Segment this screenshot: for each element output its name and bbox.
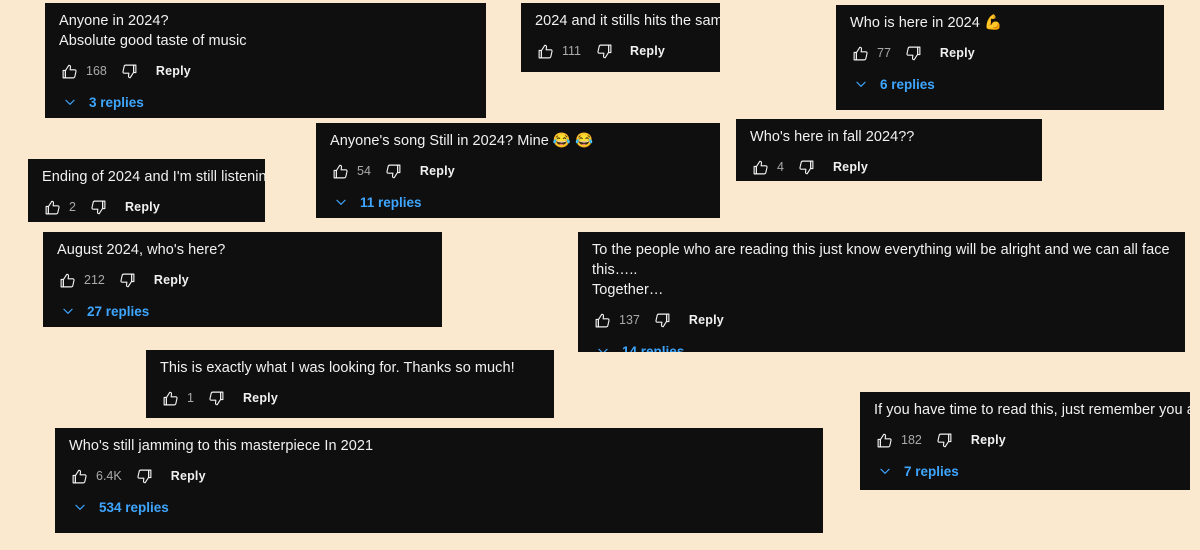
replies-count-label[interactable]: 7 replies: [904, 464, 959, 479]
comments-collage: Anyone in 2024? Absolute good taste of m…: [0, 0, 1200, 550]
comment-card[interactable]: August 2024, who's here? 212 Reply 27 re…: [43, 232, 442, 327]
comment-card[interactable]: Anyone in 2024? Absolute good taste of m…: [45, 3, 486, 118]
comment-actions: 54 Reply: [330, 160, 706, 182]
comment-text: Anyone in 2024? Absolute good taste of m…: [59, 13, 247, 49]
comment-card[interactable]: Who's still jamming to this masterpiece …: [55, 428, 823, 533]
comment-text: Who's still jamming to this masterpiece …: [69, 438, 374, 454]
reply-button[interactable]: Reply: [125, 200, 160, 214]
replies-toggle[interactable]: 7 replies: [874, 461, 1176, 481]
thumbs-up-icon[interactable]: [69, 466, 89, 486]
reply-button[interactable]: Reply: [171, 469, 206, 483]
thumbs-up-icon[interactable]: [330, 161, 350, 181]
comment-actions: 6.4K Reply: [69, 465, 809, 487]
thumbs-down-icon[interactable]: [135, 466, 155, 486]
reply-button[interactable]: Reply: [689, 313, 724, 327]
thumbs-up-icon[interactable]: [57, 270, 77, 290]
comment-actions: 2 Reply: [42, 196, 251, 218]
like-count: 4: [777, 160, 784, 174]
reply-button[interactable]: Reply: [243, 391, 278, 405]
chevron-down-icon[interactable]: [330, 192, 352, 212]
comment-text: If you have time to read this, just reme…: [874, 402, 1190, 418]
thumbs-down-icon[interactable]: [207, 388, 227, 408]
chevron-down-icon[interactable]: [69, 497, 91, 517]
reply-button[interactable]: Reply: [156, 64, 191, 78]
comment-text: Who is here in 2024 💪: [850, 15, 1003, 31]
like-count: 182: [901, 433, 922, 447]
chevron-down-icon[interactable]: [874, 461, 896, 481]
thumbs-down-icon[interactable]: [935, 430, 955, 450]
reply-button[interactable]: Reply: [154, 273, 189, 287]
comment-text: August 2024, who's here?: [57, 242, 226, 258]
comment-actions: 77 Reply: [850, 42, 1150, 64]
like-count: 168: [86, 64, 107, 78]
replies-toggle[interactable]: 6 replies: [850, 74, 1150, 94]
like-count: 6.4K: [96, 469, 122, 483]
replies-toggle[interactable]: 534 replies: [69, 497, 809, 517]
comment-card[interactable]: Anyone's song Still in 2024? Mine 😂 😂 54…: [316, 123, 720, 218]
thumbs-down-icon[interactable]: [120, 61, 140, 81]
comment-card[interactable]: Who is here in 2024 💪 77 Reply 6 replies: [836, 5, 1164, 110]
comment-actions: 168 Reply: [59, 60, 472, 82]
comment-text: Who's here in fall 2024??: [750, 129, 915, 145]
reply-button[interactable]: Reply: [940, 46, 975, 60]
replies-toggle[interactable]: 11 replies: [330, 192, 706, 212]
comment-actions: 212 Reply: [57, 269, 428, 291]
thumbs-down-icon[interactable]: [904, 43, 924, 63]
thumbs-down-icon[interactable]: [89, 197, 109, 217]
thumbs-up-icon[interactable]: [59, 61, 79, 81]
thumbs-down-icon[interactable]: [594, 41, 614, 61]
comment-actions: 4 Reply: [750, 156, 1028, 178]
replies-count-label[interactable]: 14 replies: [622, 344, 684, 353]
replies-count-label[interactable]: 534 replies: [99, 500, 169, 515]
thumbs-up-icon[interactable]: [874, 430, 894, 450]
comment-actions: 1 Reply: [160, 387, 540, 409]
thumbs-up-icon[interactable]: [42, 197, 62, 217]
comment-card[interactable]: To the people who are reading this just …: [578, 232, 1185, 352]
like-count: 212: [84, 273, 105, 287]
like-count: 111: [562, 44, 582, 58]
comment-actions: 182 Reply: [874, 429, 1176, 451]
comment-card[interactable]: Who's here in fall 2024?? 4 Reply: [736, 119, 1042, 181]
like-count: 2: [69, 200, 76, 214]
replies-count-label[interactable]: 27 replies: [87, 304, 149, 319]
comment-actions: 111 Reply: [535, 40, 706, 62]
comment-card[interactable]: 2024 and it stills hits the same 111 Rep…: [521, 3, 720, 72]
comment-text: To the people who are reading this just …: [592, 242, 1170, 298]
like-count: 1: [187, 391, 194, 405]
thumbs-down-icon[interactable]: [653, 310, 673, 330]
comment-text: Anyone's song Still in 2024? Mine 😂 😂: [330, 133, 594, 149]
replies-toggle[interactable]: 27 replies: [57, 301, 428, 321]
chevron-down-icon[interactable]: [850, 74, 872, 94]
reply-button[interactable]: Reply: [971, 433, 1006, 447]
thumbs-up-icon[interactable]: [850, 43, 870, 63]
replies-count-label[interactable]: 3 replies: [89, 95, 144, 110]
thumbs-down-icon[interactable]: [384, 161, 404, 181]
replies-count-label[interactable]: 6 replies: [880, 77, 935, 92]
thumbs-up-icon[interactable]: [750, 157, 770, 177]
thumbs-down-icon[interactable]: [118, 270, 138, 290]
comment-card[interactable]: Ending of 2024 and I'm still listening 2…: [28, 159, 265, 222]
like-count: 54: [357, 164, 371, 178]
comment-text: Ending of 2024 and I'm still listening: [42, 169, 265, 185]
comment-text: This is exactly what I was looking for. …: [160, 360, 515, 376]
comment-actions: 137 Reply: [592, 309, 1171, 331]
thumbs-up-icon[interactable]: [160, 388, 180, 408]
reply-button[interactable]: Reply: [833, 160, 868, 174]
chevron-down-icon[interactable]: [57, 301, 79, 321]
replies-toggle[interactable]: 3 replies: [59, 92, 472, 112]
thumbs-down-icon[interactable]: [797, 157, 817, 177]
comment-card[interactable]: This is exactly what I was looking for. …: [146, 350, 554, 418]
reply-button[interactable]: Reply: [420, 164, 455, 178]
thumbs-up-icon[interactable]: [535, 41, 555, 61]
chevron-down-icon[interactable]: [592, 341, 614, 352]
replies-count-label[interactable]: 11 replies: [360, 195, 422, 210]
comment-text: 2024 and it stills hits the same: [535, 13, 720, 29]
like-count: 137: [619, 313, 640, 327]
reply-button[interactable]: Reply: [630, 44, 665, 58]
like-count: 77: [877, 46, 891, 60]
thumbs-up-icon[interactable]: [592, 310, 612, 330]
comment-card[interactable]: If you have time to read this, just reme…: [860, 392, 1190, 490]
chevron-down-icon[interactable]: [59, 92, 81, 112]
replies-toggle[interactable]: 14 replies: [592, 341, 1171, 352]
